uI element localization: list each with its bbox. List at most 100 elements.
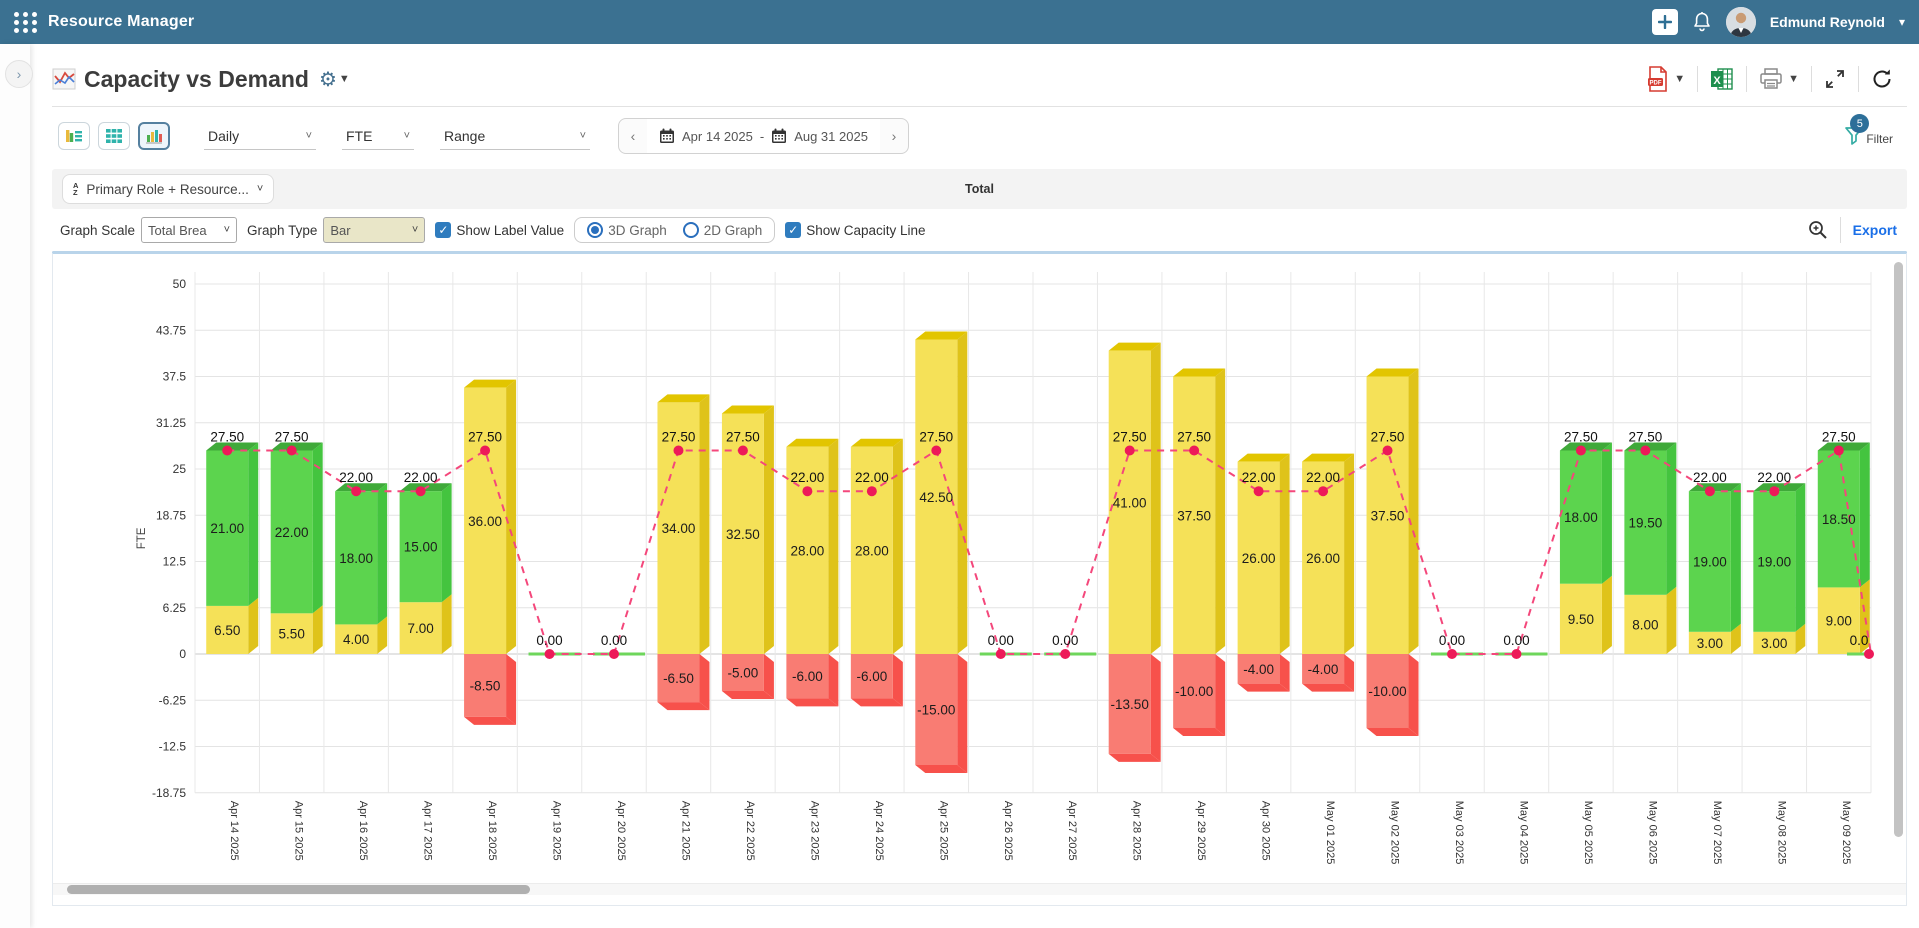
vertical-scrollbar[interactable] (1894, 262, 1903, 837)
bar-chart-icon (145, 128, 163, 144)
svg-text:26.00: 26.00 (1242, 551, 1276, 566)
svg-text:28.00: 28.00 (790, 543, 824, 558)
svg-text:May 04 2025: May 04 2025 (1517, 801, 1529, 865)
svg-text:Apr 24 2025: Apr 24 2025 (873, 801, 885, 861)
date-range-cell: Apr 14 2025 - Aug 31 2025 (647, 119, 880, 153)
view-bar-chart-button[interactable] (138, 122, 170, 150)
date-prev-button[interactable]: ‹ (619, 128, 647, 144)
svg-text:-4.00: -4.00 (1308, 662, 1339, 677)
graph-scale-label: Graph Scale (60, 223, 135, 238)
sidebar-expand-button[interactable]: › (5, 60, 33, 88)
export-link[interactable]: Export (1853, 222, 1897, 238)
svg-text:27.50: 27.50 (275, 430, 309, 445)
user-avatar[interactable] (1726, 7, 1756, 37)
svg-text:22.00: 22.00 (404, 470, 438, 485)
zoom-in-icon[interactable] (1808, 220, 1828, 240)
horizontal-scrollbar-track[interactable] (53, 883, 1906, 895)
svg-text:27.50: 27.50 (1822, 430, 1856, 445)
svg-text:19.00: 19.00 (1693, 555, 1727, 570)
svg-text:May 06 2025: May 06 2025 (1646, 801, 1658, 865)
refresh-icon[interactable] (1871, 68, 1893, 90)
svg-text:28.00: 28.00 (855, 543, 889, 558)
svg-text:18.00: 18.00 (339, 551, 373, 566)
group-by-row: AZ Primary Role + Resource... ˅ Total (52, 169, 1907, 209)
capacity-demand-chart[interactable]: 5043.7537.531.252518.7512.56.250-6.25-12… (52, 254, 1907, 906)
svg-text:Apr 20 2025: Apr 20 2025 (615, 801, 627, 861)
settings-chevron-icon[interactable]: ▼ (339, 73, 350, 85)
svg-text:-6.00: -6.00 (856, 669, 887, 684)
svg-text:37.5: 37.5 (163, 370, 187, 384)
svg-text:Apr 25 2025: Apr 25 2025 (937, 801, 949, 861)
graph-type-select[interactable]: Bar ˅ (323, 217, 425, 243)
svg-text:31.25: 31.25 (156, 416, 186, 430)
divider (52, 106, 1907, 107)
print-button[interactable]: ▼ (1759, 68, 1799, 90)
fullscreen-icon[interactable] (1824, 68, 1846, 90)
export-pdf-button[interactable]: PDF ▼ (1647, 66, 1685, 92)
svg-text:6.50: 6.50 (214, 623, 240, 638)
chevron-down-icon: ˅ (224, 224, 230, 236)
svg-text:-12.5: -12.5 (159, 740, 187, 754)
date-range-picker: ‹ Apr 14 2025 - Aug 31 (618, 118, 909, 154)
pdf-options-chevron-icon[interactable]: ▼ (1674, 73, 1685, 85)
svg-text:27.50: 27.50 (662, 430, 696, 445)
show-capacity-line-checkbox[interactable]: ✓ (785, 222, 801, 238)
user-menu-chevron-icon[interactable]: ▾ (1899, 15, 1905, 29)
svg-text:43.75: 43.75 (156, 323, 186, 337)
radio-3d-label: 3D Graph (608, 223, 667, 238)
divider (1858, 66, 1859, 92)
app-grid-icon[interactable] (14, 12, 38, 33)
filter-button[interactable]: 5 Filter (1844, 126, 1907, 146)
date-from[interactable]: Apr 14 2025 (682, 129, 753, 144)
settings-gear-icon[interactable]: ⚙ (319, 67, 337, 92)
graph-controls: Graph Scale Total Brea ˅ Graph Type Bar … (52, 209, 1907, 251)
svg-text:22.00: 22.00 (339, 470, 373, 485)
title-actions: PDF ▼ X ▼ (1647, 66, 1907, 92)
svg-text:27.50: 27.50 (468, 430, 502, 445)
unit-select[interactable]: FTE ˅ (342, 123, 414, 150)
svg-text:Apr 28 2025: Apr 28 2025 (1131, 801, 1143, 861)
svg-text:22.00: 22.00 (790, 470, 824, 485)
horizontal-scrollbar-thumb[interactable] (67, 885, 530, 894)
svg-text:18.00: 18.00 (1564, 510, 1598, 525)
show-label-value-checkbox[interactable]: ✓ (435, 222, 451, 238)
add-button[interactable] (1652, 9, 1678, 35)
chevron-down-icon: ˅ (412, 224, 418, 236)
show-capacity-line-label: Show Capacity Line (806, 223, 925, 238)
svg-text:-10.00: -10.00 (1368, 684, 1406, 699)
svg-text:Apr 17 2025: Apr 17 2025 (422, 801, 434, 861)
radio-2d-graph[interactable] (683, 222, 699, 238)
date-to[interactable]: Aug 31 2025 (794, 129, 868, 144)
chart-canvas: 5043.7537.531.252518.7512.56.250-6.25-12… (53, 260, 1903, 876)
user-name[interactable]: Edmund Reynold (1770, 14, 1885, 30)
svg-text:19.50: 19.50 (1628, 516, 1662, 531)
date-next-button[interactable]: › (880, 128, 908, 144)
svg-text:3.00: 3.00 (1697, 636, 1723, 651)
group-by-value: Primary Role + Resource... (86, 182, 248, 197)
svg-text:7.00: 7.00 (407, 621, 433, 636)
divider (1746, 66, 1747, 92)
export-excel-button[interactable]: X (1710, 67, 1734, 91)
svg-text:27.50: 27.50 (919, 430, 953, 445)
view-chart-list-button[interactable] (58, 122, 90, 150)
svg-text:PDF: PDF (1650, 80, 1662, 86)
svg-text:27.50: 27.50 (1113, 430, 1147, 445)
svg-text:-4.00: -4.00 (1243, 662, 1274, 677)
divider (1697, 66, 1698, 92)
svg-text:Apr 19 2025: Apr 19 2025 (551, 801, 563, 861)
radio-3d-graph[interactable] (587, 222, 603, 238)
range-select[interactable]: Range ˅ (440, 123, 590, 150)
svg-text:27.50: 27.50 (1177, 430, 1211, 445)
title-row: Capacity vs Demand ⚙ ▼ PDF ▼ X (52, 54, 1907, 104)
top-bar: Resource Manager Edmund Reynold ▾ (0, 0, 1919, 44)
notifications-bell-icon[interactable] (1692, 11, 1712, 33)
graph-scale-select[interactable]: Total Brea ˅ (141, 217, 237, 243)
group-by-select[interactable]: AZ Primary Role + Resource... ˅ (62, 174, 274, 204)
view-grid-button[interactable] (98, 122, 130, 150)
filter-count-badge: 5 (1850, 114, 1869, 133)
print-options-chevron-icon[interactable]: ▼ (1788, 73, 1799, 85)
svg-text:0.00: 0.00 (1503, 633, 1529, 648)
svg-text:22.00: 22.00 (1757, 470, 1791, 485)
interval-select[interactable]: Daily ˅ (204, 123, 316, 150)
svg-text:26.00: 26.00 (1306, 551, 1340, 566)
